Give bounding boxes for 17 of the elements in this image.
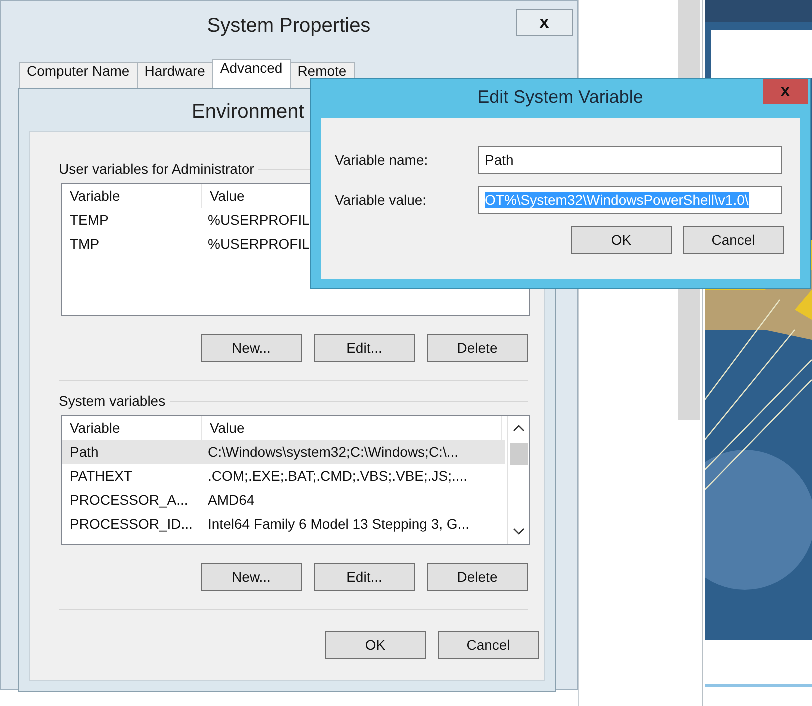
table-cell-text: PROCESSOR_A... [69,492,190,508]
field-label: Variable value: [335,192,428,208]
table-cell-text: TMP [69,236,101,252]
table-cell-text: PROCESSOR_ID... [69,516,194,532]
table-cell-text: Intel64 Family 6 Model 13 Stepping 3, G... [207,516,470,532]
table-cell-text: C:\Windows\system32;C:\Windows;C:\... [207,444,459,460]
table-cell-text: Path [69,444,100,460]
field-label: Variable name: [335,152,430,168]
window-title: Edit System Variable [478,87,644,107]
table-cell-text: .COM;.EXE;.BAT;.CMD;.VBS;.VBE;.JS;.... [207,468,468,484]
table-cell-text: TEMP [69,212,110,228]
window-title: Environment [192,101,304,124]
table-cell-text: %USERPROFIL [207,236,310,252]
window-title: System Properties [207,15,371,37]
table-cell-text: %USERPROFIL [207,212,310,228]
table-cell-text: PATHEXT [69,468,134,484]
table-cell-text: AMD64 [207,492,255,508]
